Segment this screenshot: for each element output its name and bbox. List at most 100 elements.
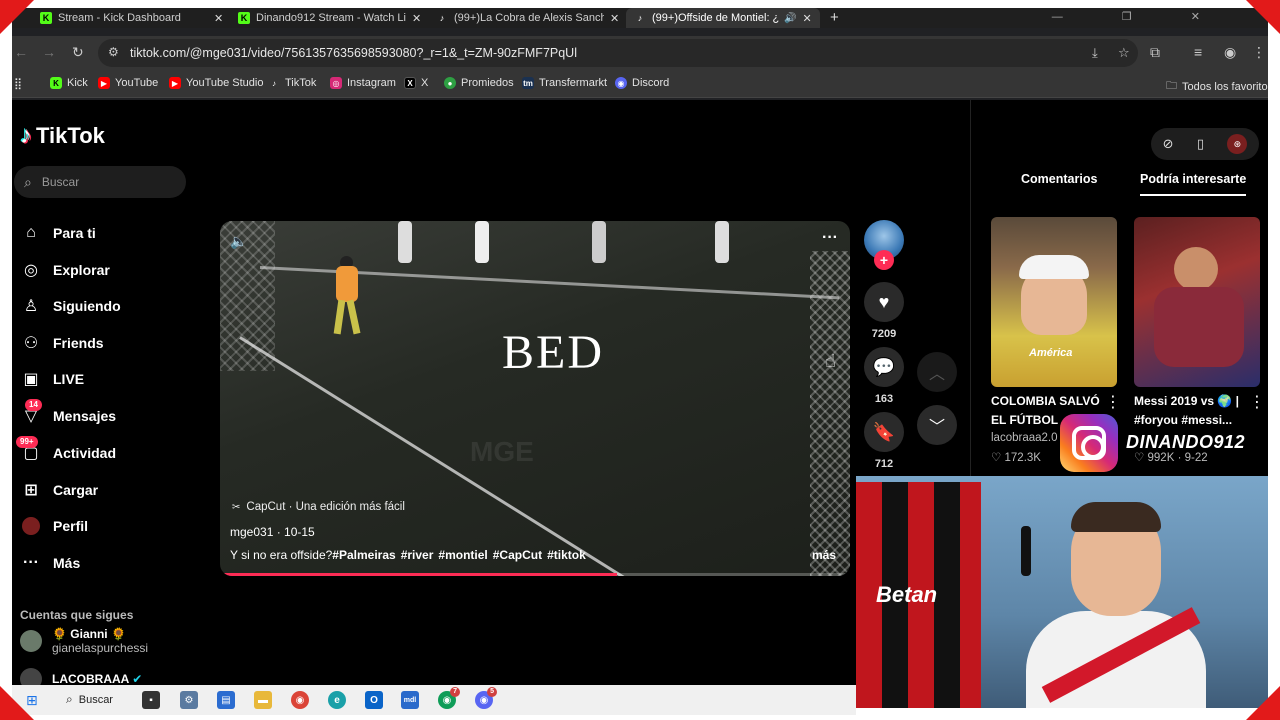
nav-perfil[interactable]: Perfil (20, 512, 88, 540)
verified-icon: ✔ (132, 672, 143, 686)
bookmark-icon[interactable]: 🔖 (864, 412, 904, 452)
store-icon[interactable]: ▤ (217, 691, 235, 709)
tab-kick-stream[interactable]: K Dinando912 Stream - Watch Live ✕ (230, 8, 429, 28)
card-title[interactable]: Messi 2019 vs 🌍 | #foryou #messi... (1134, 392, 1260, 430)
bookmark-x[interactable]: XX (404, 77, 428, 89)
nav-siguiendo[interactable]: ♙ Siguiendo (20, 292, 121, 320)
thumbnail-label: América (1029, 347, 1073, 359)
nav-label: LIVE (53, 371, 85, 387)
nav-mas[interactable]: ··· Más (20, 549, 80, 577)
back-icon[interactable]: ← (14, 44, 28, 60)
right-toolbar: ⊘ ▯ ⊛ (1151, 128, 1259, 160)
views-count: 172.3K (1004, 452, 1041, 464)
menu-icon[interactable]: ⋮ (1252, 44, 1266, 61)
card-author[interactable]: lacobraaa2.0 (991, 432, 1058, 444)
video-author[interactable]: mge031 · 10-15 (230, 525, 315, 539)
close-icon[interactable]: ✕ (802, 12, 811, 25)
heart-icon[interactable]: ♥ (864, 282, 904, 322)
tab-tiktok-offside[interactable]: ♪ (99+)Offside de Montiel: ¿E 🔊 ✕ (626, 8, 820, 28)
settings-icon[interactable]: ⚙ (180, 691, 198, 709)
tab-tiktok-cobra[interactable]: ♪ (99+)La Cobra de Alexis Sanchez ✕ (428, 8, 627, 28)
more-caption-button[interactable]: más (812, 548, 836, 562)
next-video-button[interactable]: ﹀ (917, 405, 957, 445)
phone-icon[interactable]: ▯ (1197, 136, 1204, 152)
comment-icon[interactable]: 💬 (864, 347, 904, 387)
media-app-icon[interactable]: mdl (401, 691, 419, 709)
nav-mensajes[interactable]: ▽ 14 Mensajes (20, 399, 116, 430)
close-icon[interactable]: ✕ (214, 12, 223, 25)
tab-comentarios[interactable]: Comentarios (1021, 172, 1097, 194)
nav-cargar[interactable]: ⊞ Cargar (20, 476, 98, 504)
apps-icon[interactable]: ⣿ (14, 77, 22, 90)
bookmark-transfermarkt[interactable]: tm Transfermarkt (522, 77, 607, 89)
following-account[interactable]: 🌻 Gianni 🌻 gianelaspurchessi (20, 627, 148, 655)
card-more-icon[interactable]: ⋮ (1249, 392, 1265, 412)
bookmark-promiedos[interactable]: ● Promiedos (444, 77, 514, 89)
chrome-icon[interactable]: ◉ (291, 691, 309, 709)
bookmark-discord[interactable]: ◉ Discord (615, 77, 669, 89)
nav-para-ti[interactable]: ⌂ Para ti (20, 219, 96, 247)
reload-icon[interactable]: ↻ (72, 44, 84, 61)
bookmark-youtube-studio[interactable]: ▶ YouTube Studio (169, 77, 263, 89)
new-tab-button[interactable]: + (830, 9, 839, 26)
close-icon[interactable]: ✕ (610, 12, 619, 25)
avatar[interactable]: ⊛ (1227, 134, 1248, 154)
address-bar[interactable]: ⚙ tiktok.com/@mge031/video/7561357635698… (98, 39, 1138, 67)
save-action[interactable]: 🔖 712 (864, 412, 904, 470)
tab-kick-dashboard[interactable]: K Stream - Kick Dashboard ✕ (32, 8, 231, 28)
install-icon[interactable]: ⤓ (1092, 45, 1098, 61)
suggested-video-card[interactable] (1134, 217, 1260, 387)
folder-icon[interactable]: ▬ (254, 691, 272, 709)
nav-friends[interactable]: ⚇ Friends (20, 329, 104, 357)
capcut-anchor[interactable]: ✂ CapCut · Una edición más fácil (232, 501, 405, 513)
nav-label: Siguiendo (53, 298, 121, 314)
all-bookmarks-folder[interactable]: 🗀 Todos los favoritos (1166, 77, 1268, 96)
tiktok-logo[interactable]: ♪ TikTok (20, 122, 105, 150)
task-view-icon[interactable]: ▪ (142, 691, 160, 709)
speaker-icon[interactable]: 🔊 (784, 13, 796, 24)
hashtag[interactable]: #river (401, 548, 434, 562)
extensions-icon[interactable]: ⧉ (1150, 44, 1160, 61)
hashtag[interactable]: #Palmeiras (332, 548, 395, 562)
tab-podria-interesarte[interactable]: Podría interesarte (1140, 172, 1247, 196)
discord-icon[interactable]: ◉ 5 (475, 687, 497, 709)
bookmark-kick[interactable]: K Kick (50, 77, 88, 89)
taskbar-search[interactable]: ⌕ Buscar (66, 692, 113, 707)
account-name-text: LACOBRAAA (52, 672, 129, 686)
nav-explorar[interactable]: ◎ Explorar (20, 256, 110, 284)
bookmark-instagram[interactable]: ◎ Instagram (330, 77, 396, 89)
site-info-icon[interactable]: ⚙ (108, 45, 119, 59)
video-player[interactable]: BED MGE 🔈 ··· ✂ CapCut · Una edición más … (220, 221, 850, 576)
forward-icon[interactable]: → (42, 44, 56, 60)
video-watermark: MGE (470, 436, 534, 467)
video-progress-bar[interactable] (220, 573, 850, 576)
close-icon[interactable]: ✕ (412, 12, 421, 25)
hashtag[interactable]: #CapCut (493, 548, 542, 562)
chrome-icon[interactable]: ◉ 7 (438, 687, 460, 709)
outlook-icon[interactable]: O (365, 691, 383, 709)
compass-icon[interactable]: ⊘ (1163, 136, 1174, 152)
volume-icon[interactable]: 🔈 (230, 233, 247, 250)
previous-video-button[interactable]: ︿ (917, 352, 957, 392)
url-text[interactable]: tiktok.com/@mge031/video/756135763569859… (130, 46, 577, 60)
search-input[interactable] (41, 175, 162, 189)
like-action[interactable]: ♥ 7209 (864, 282, 904, 340)
card-more-icon[interactable]: ⋮ (1105, 392, 1121, 412)
nav-actividad[interactable]: ▢ 99+ Actividad (16, 436, 116, 467)
edge-icon[interactable]: e (328, 691, 346, 709)
search-box[interactable]: ⌕ (14, 166, 186, 198)
comment-action[interactable]: 💬 163 (864, 347, 904, 405)
follow-plus-button[interactable]: + (874, 250, 894, 270)
bookmark-tiktok[interactable]: ♪ TikTok (268, 77, 316, 89)
bookmark-youtube[interactable]: ▶ YouTube (98, 77, 158, 89)
more-options-icon[interactable]: ··· (822, 229, 838, 247)
media-icon[interactable]: ≡ (1194, 44, 1202, 60)
player-figure (715, 221, 729, 263)
window-controls[interactable]: — ❐ ✕ (1052, 10, 1228, 23)
suggested-video-card[interactable]: América (991, 217, 1117, 387)
hashtag[interactable]: #tiktok (547, 548, 586, 562)
nav-live[interactable]: ▣ LIVE (20, 365, 84, 393)
bookmark-star-icon[interactable]: ☆ (1118, 45, 1130, 61)
profile-icon[interactable]: ◉ (1224, 44, 1236, 61)
hashtag[interactable]: #montiel (438, 548, 487, 562)
